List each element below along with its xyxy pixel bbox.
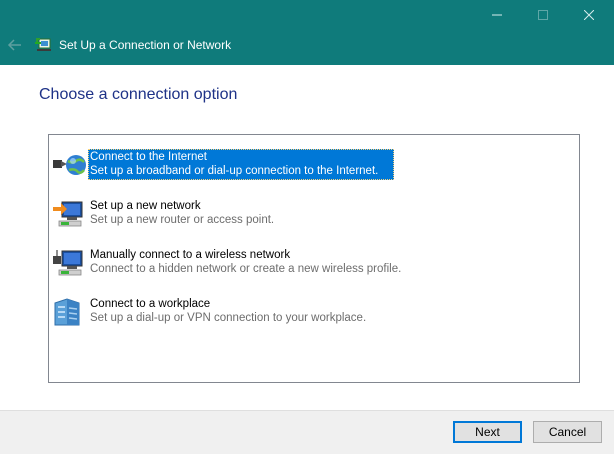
option-wireless-network[interactable]: Manually connect to a wireless network C… xyxy=(49,238,579,284)
new-network-icon xyxy=(53,199,87,229)
minimize-button[interactable] xyxy=(474,0,520,30)
minimize-icon xyxy=(492,14,502,16)
option-new-network[interactable]: Set up a new network Set up a new router… xyxy=(49,189,579,235)
close-icon xyxy=(584,10,594,20)
page-heading: Choose a connection option xyxy=(39,86,238,103)
option-description: Set up a new router or access point. xyxy=(90,214,275,226)
back-button[interactable] xyxy=(5,36,25,54)
option-title: Manually connect to a wireless network xyxy=(90,249,291,261)
option-description: Set up a broadband or dial-up connection… xyxy=(90,165,379,177)
maximize-icon xyxy=(538,10,548,20)
next-button[interactable]: Next xyxy=(453,421,522,443)
connection-options-list[interactable]: Connect to the Internet Set up a broadba… xyxy=(48,134,580,383)
wireless-network-icon xyxy=(53,248,87,278)
option-connect-internet[interactable]: Connect to the Internet Set up a broadba… xyxy=(49,140,579,186)
close-button[interactable] xyxy=(566,0,612,30)
option-description: Connect to a hidden network or create a … xyxy=(90,263,402,275)
option-title: Set up a new network xyxy=(90,200,201,212)
title-bar: Set Up a Connection or Network xyxy=(0,0,614,65)
option-description: Set up a dial-up or VPN connection to yo… xyxy=(90,312,367,324)
workplace-building-icon xyxy=(53,297,87,327)
back-arrow-icon xyxy=(7,39,21,51)
maximize-button[interactable] xyxy=(520,0,566,30)
cancel-button[interactable]: Cancel xyxy=(533,421,602,443)
option-title: Connect to a workplace xyxy=(90,298,211,310)
window-title: Set Up a Connection or Network xyxy=(59,38,232,52)
option-workplace[interactable]: Connect to a workplace Set up a dial-up … xyxy=(49,287,579,333)
network-setup-icon xyxy=(35,36,53,54)
setup-connection-window: Set Up a Connection or Network Choose a … xyxy=(0,0,614,454)
globe-network-icon xyxy=(53,150,87,180)
option-title: Connect to the Internet xyxy=(90,151,207,163)
